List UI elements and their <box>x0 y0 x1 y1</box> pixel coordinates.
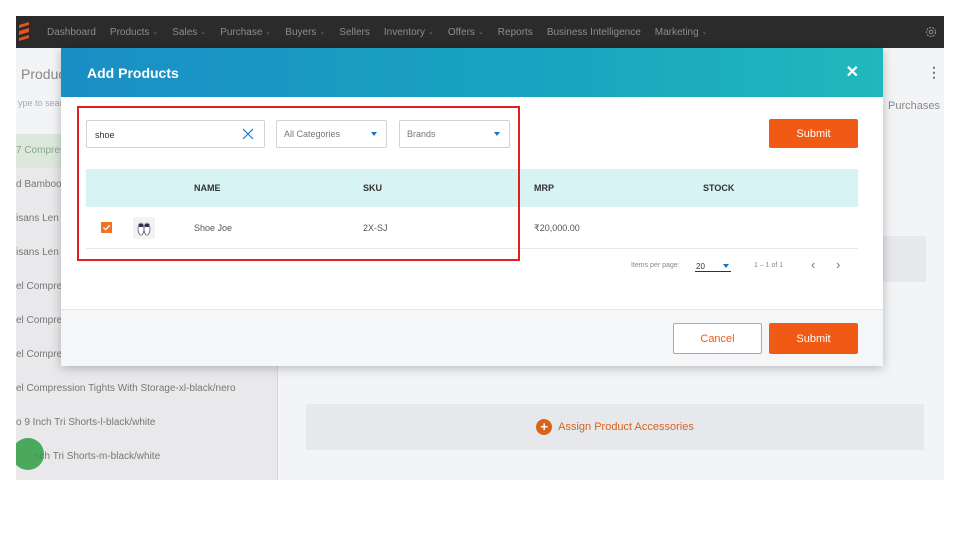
cancel-button[interactable]: Cancel <box>673 323 762 354</box>
brand-select-value: Brands <box>407 129 436 139</box>
modal-body: All Categories Brands Submit NAME SKU MR… <box>61 97 883 309</box>
submit-button[interactable]: Submit <box>769 323 858 354</box>
prev-page-button[interactable]: ‹ <box>811 257 815 272</box>
items-per-page-value: 20 <box>696 262 705 271</box>
product-mrp: ₹20,000.00 <box>534 223 580 233</box>
row-checkbox[interactable] <box>101 222 112 233</box>
dropdown-arrow-icon <box>494 132 500 136</box>
items-per-page-label: Items per page: <box>631 262 680 269</box>
app-window: Dashboard Products ⌄ Sales ⌄ Purchase ⌄ Buy… <box>16 16 944 480</box>
clear-icon[interactable] <box>242 128 254 140</box>
add-products-modal: Add Products ✕ All Categories Brands Sub… <box>61 48 883 366</box>
table-row[interactable]: Shoe Joe 2X-SJ ₹20,000.00 <box>86 207 858 249</box>
modal-title: Add Products <box>87 65 179 81</box>
column-header-sku[interactable]: SKU <box>363 183 382 193</box>
close-icon[interactable]: ✕ <box>846 62 859 82</box>
items-per-page-select[interactable]: 20 <box>695 260 731 272</box>
table-header: NAME SKU MRP STOCK <box>86 169 858 207</box>
pagination-range: 1 – 1 of 1 <box>754 262 784 269</box>
column-header-stock[interactable]: STOCK <box>703 183 734 193</box>
column-header-mrp[interactable]: MRP <box>534 183 554 193</box>
product-name: Shoe Joe <box>194 223 233 233</box>
dropdown-arrow-icon <box>371 132 377 136</box>
product-search-field[interactable] <box>86 120 265 148</box>
column-header-name[interactable]: NAME <box>194 183 221 193</box>
submit-search-button[interactable]: Submit <box>769 119 858 148</box>
category-select-value: All Categories <box>284 129 341 139</box>
product-sku: 2X-SJ <box>363 223 388 233</box>
search-input[interactable] <box>95 127 235 142</box>
product-thumbnail <box>133 217 155 239</box>
dropdown-arrow-icon <box>723 264 729 268</box>
brand-select[interactable]: Brands <box>399 120 510 148</box>
next-page-button[interactable]: › <box>836 257 840 272</box>
modal-footer: Cancel Submit <box>61 309 883 366</box>
modal-header: Add Products ✕ <box>61 48 883 97</box>
category-select[interactable]: All Categories <box>276 120 387 148</box>
